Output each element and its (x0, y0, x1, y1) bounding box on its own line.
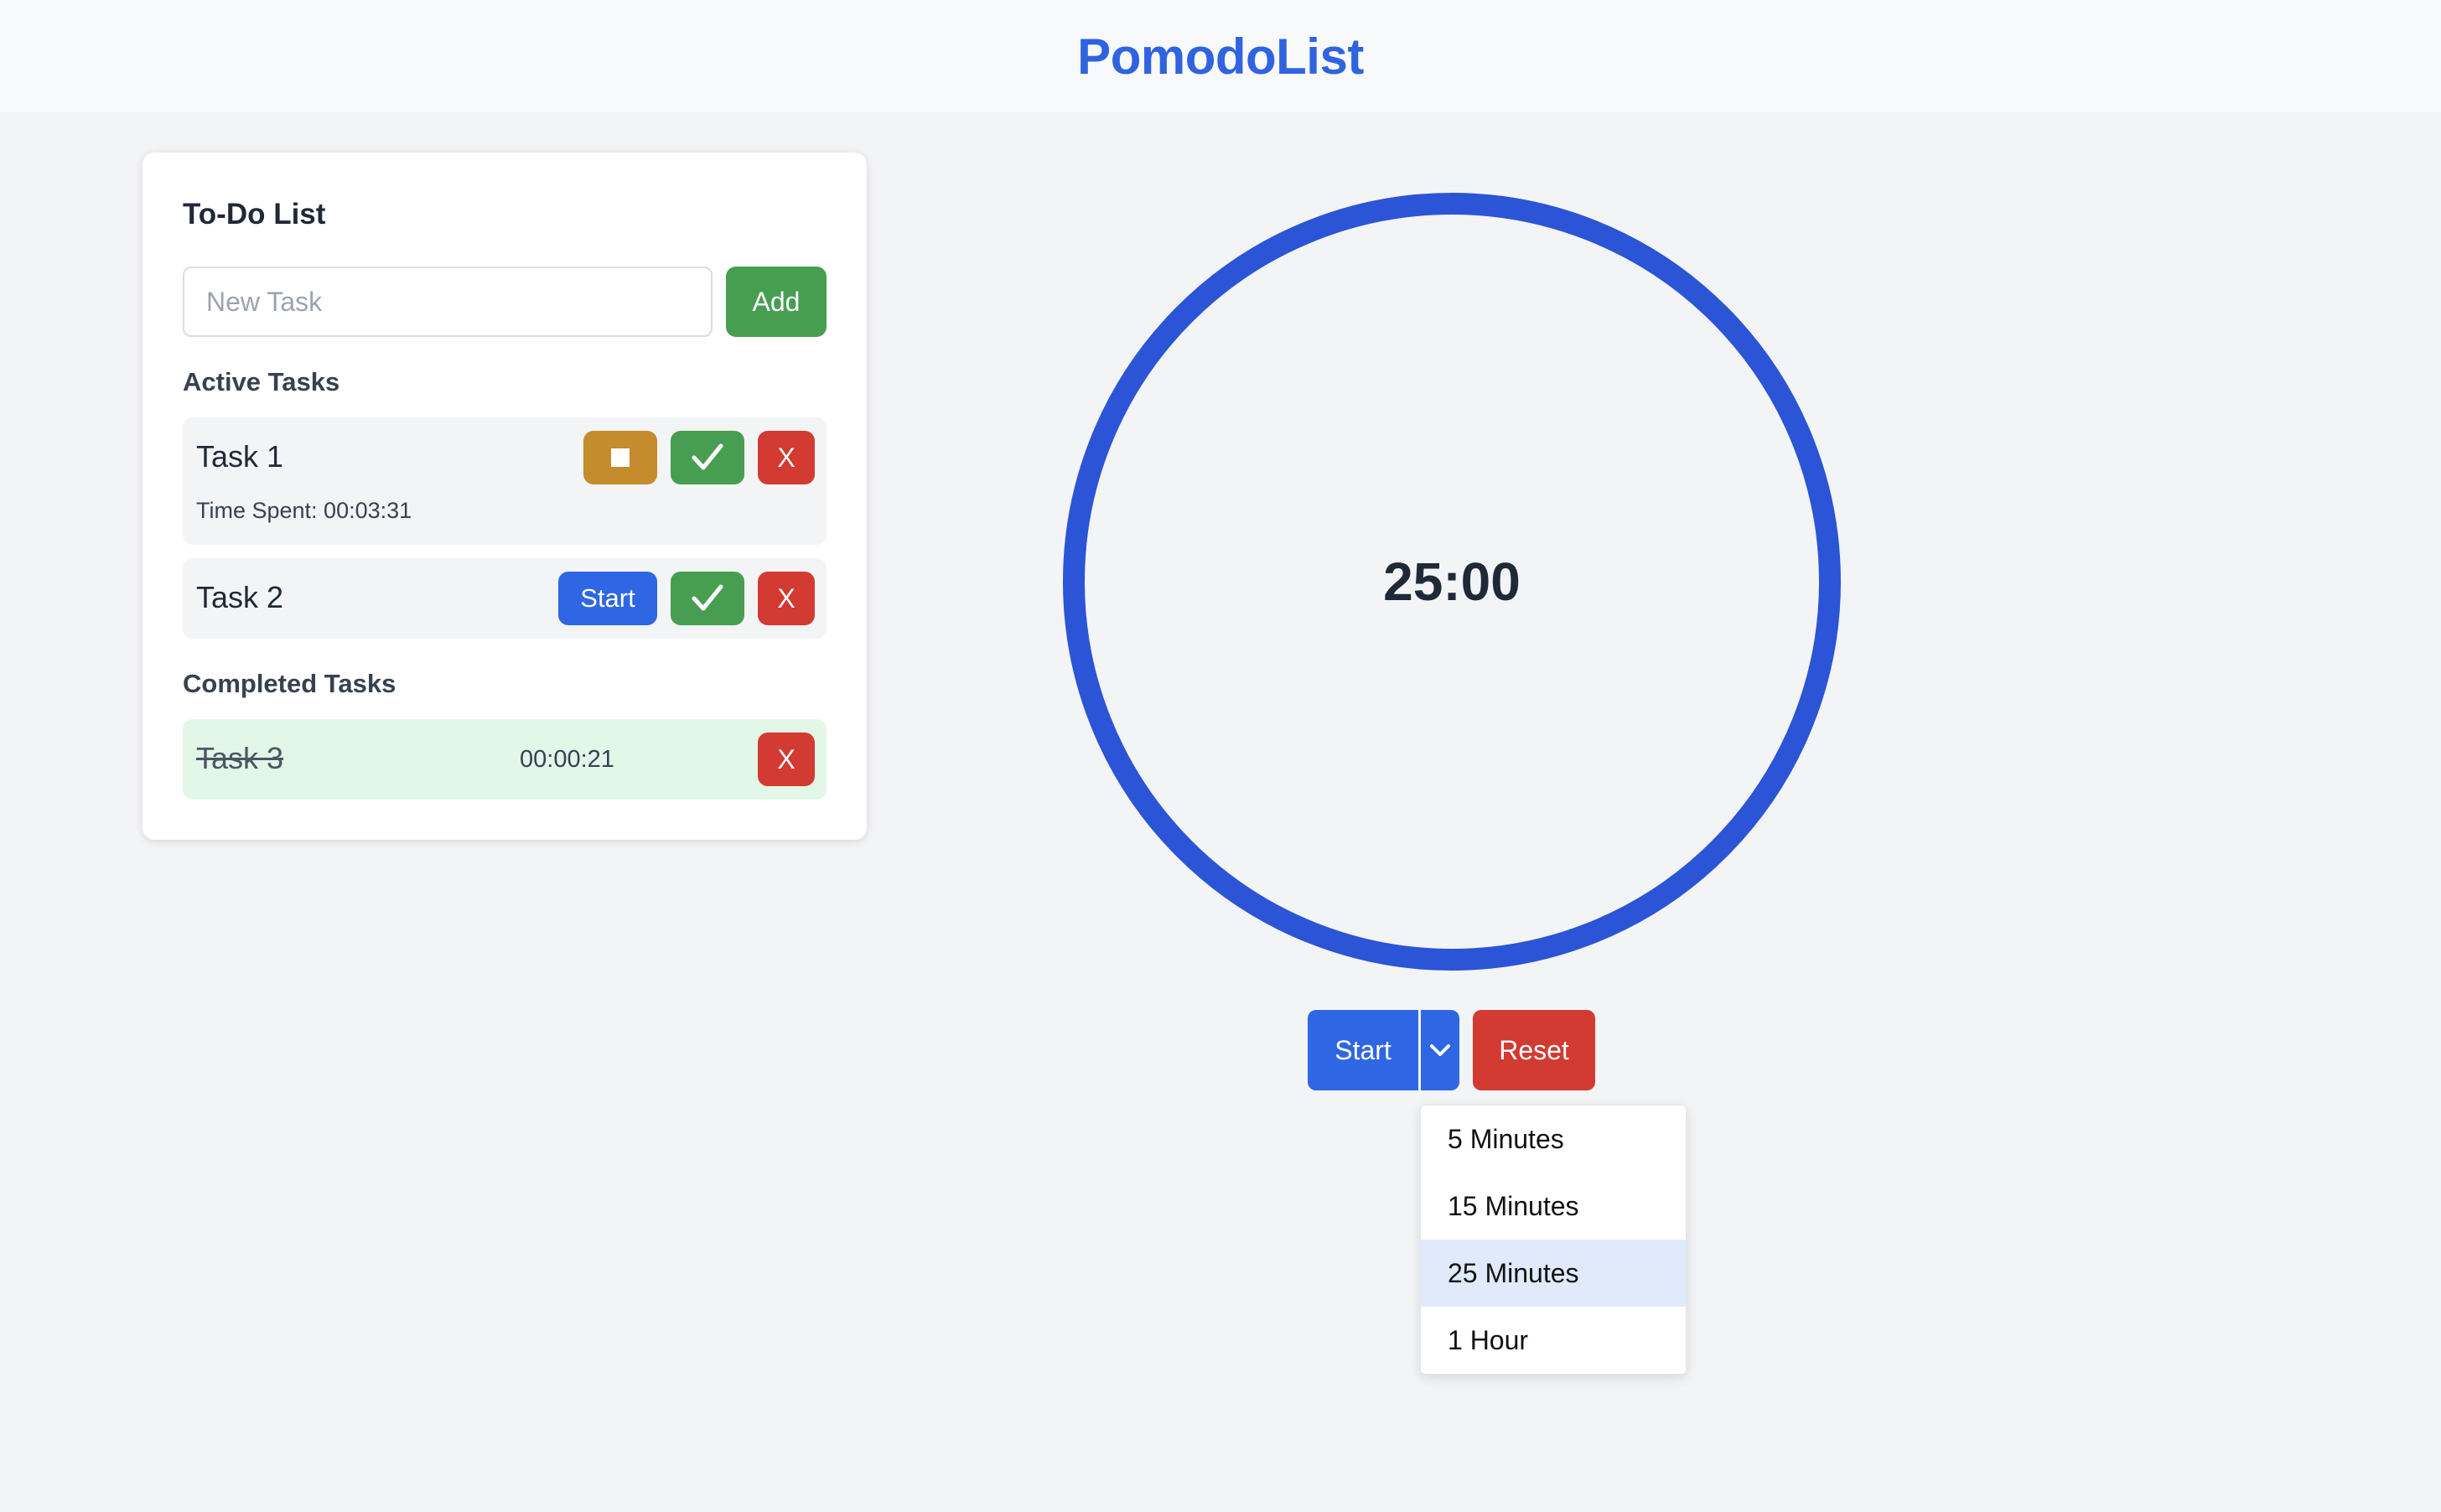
timer-start-button[interactable]: Start (1308, 1010, 1418, 1090)
timer-reset-button[interactable]: Reset (1473, 1010, 1595, 1090)
timer-ring: 25:00 (1063, 193, 1841, 971)
app-header: PomodoList (0, 0, 2441, 112)
checkmark-icon (692, 443, 723, 470)
completed-tasks-heading: Completed Tasks (183, 669, 396, 698)
start-task-button[interactable]: Start (558, 572, 657, 625)
time-spent: Time Spent: 00:03:31 (196, 498, 412, 523)
todo-title: To-Do List (183, 198, 326, 230)
stop-task-button[interactable] (583, 431, 657, 484)
duration-dropdown-menu: 5 Minutes 15 Minutes 25 Minutes 1 Hour (1420, 1105, 1687, 1375)
active-task-item: Task 2 Start X (183, 558, 827, 639)
todo-card: To-Do List Add Active Tasks Task 1 X Tim… (143, 153, 867, 840)
completed-task-name: Task 3 (196, 741, 284, 775)
timer-display: 25:00 (1383, 551, 1521, 612)
new-task-input[interactable] (183, 267, 713, 337)
app-title: PomodoList (1077, 28, 1364, 85)
complete-task-button[interactable] (671, 431, 744, 484)
active-tasks-heading: Active Tasks (183, 367, 340, 396)
add-task-button[interactable]: Add (726, 267, 827, 337)
task-name: Task 1 (196, 439, 284, 474)
delete-task-button[interactable]: X (758, 431, 815, 484)
delete-task-button[interactable]: X (758, 572, 815, 625)
completed-task-item: Task 3 00:00:21 X (183, 719, 827, 800)
duration-option-selected[interactable]: 25 Minutes (1421, 1240, 1686, 1307)
task-name: Task 2 (196, 580, 284, 614)
duration-dropdown-toggle[interactable] (1421, 1010, 1459, 1090)
delete-completed-task-button[interactable]: X (758, 733, 815, 786)
duration-option[interactable]: 15 Minutes (1421, 1173, 1686, 1240)
chevron-down-icon (1430, 1044, 1450, 1056)
active-task-item: Task 1 X Time Spent: 00:03:31 (183, 417, 827, 545)
duration-option[interactable]: 5 Minutes (1421, 1106, 1686, 1173)
completed-task-time: 00:00:21 (520, 746, 614, 773)
stop-square-icon (611, 448, 630, 467)
checkmark-icon (692, 584, 723, 611)
duration-option[interactable]: 1 Hour (1421, 1307, 1686, 1374)
complete-task-button[interactable] (671, 572, 744, 625)
